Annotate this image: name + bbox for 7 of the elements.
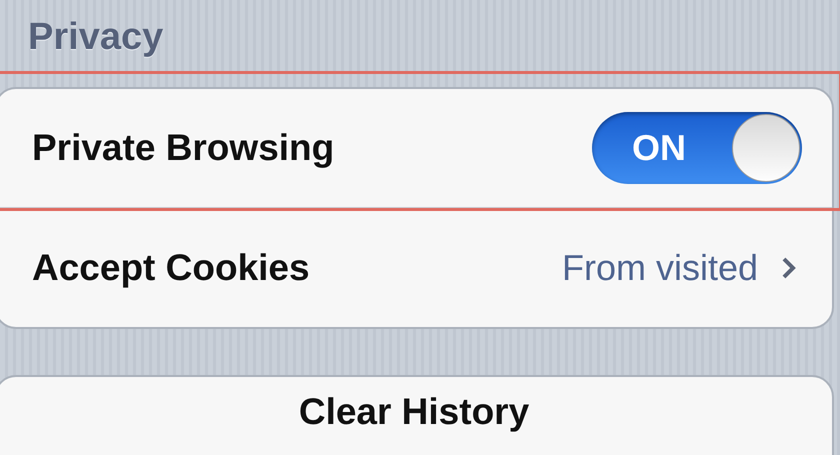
settings-row[interactable]: Accept Cookies From visited (0, 209, 832, 327)
chevron-icon (782, 257, 796, 279)
toggle-switch[interactable]: ON (592, 112, 802, 184)
row-value: From visited (562, 247, 758, 289)
section-header: Privacy (28, 16, 164, 59)
row-label: Private Browsing (32, 127, 336, 169)
clear-history-button[interactable]: Clear History (298, 391, 530, 433)
